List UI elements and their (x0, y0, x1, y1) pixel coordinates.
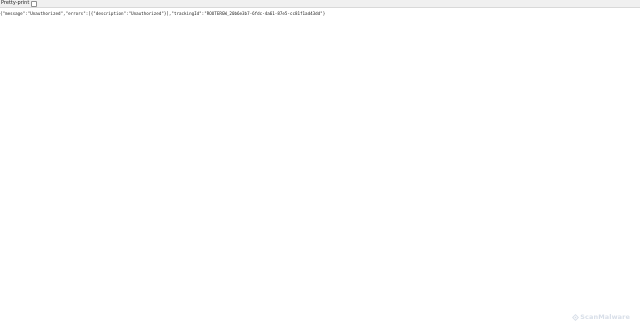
pretty-print-bar: Pretty-print (0, 0, 640, 8)
scanmalware-watermark: ScanMalware (572, 313, 630, 321)
json-response-text: {"message":"Unauthorized","errors":[{"de… (0, 11, 326, 16)
scanmalware-logo-icon (572, 313, 580, 321)
pretty-print-label[interactable]: Pretty-print (1, 0, 29, 7)
watermark-text: ScanMalware (580, 313, 630, 321)
pretty-print-checkbox[interactable] (31, 1, 37, 7)
